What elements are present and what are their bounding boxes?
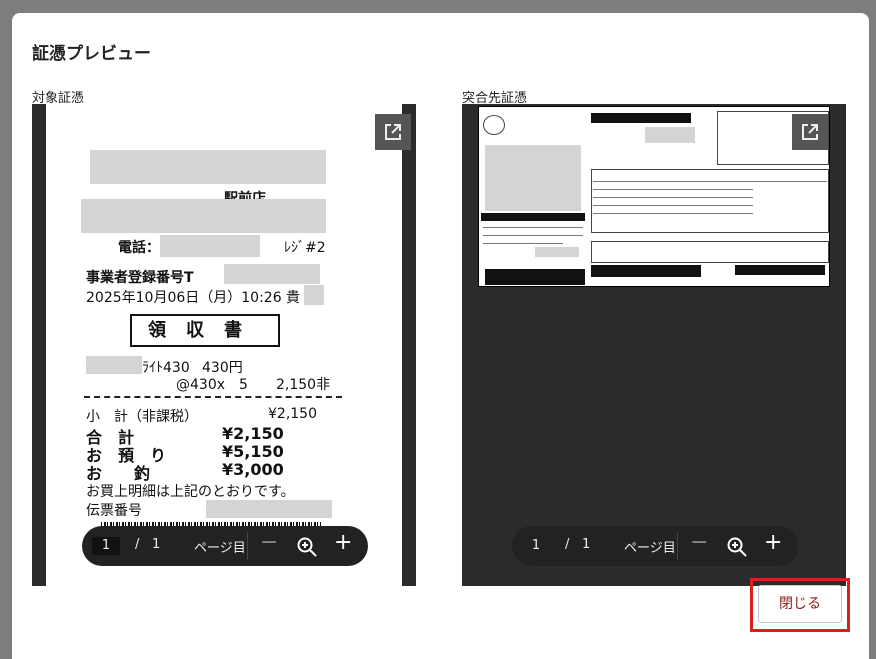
redacted-area: [90, 150, 326, 184]
slip-number-label: 伝票番号: [86, 503, 142, 519]
text-line: [483, 227, 583, 228]
divider: [677, 532, 678, 560]
register-number: ﾚｼﾞ#2: [284, 240, 326, 256]
section-header-bar: [591, 113, 691, 123]
page-unit-label: ページ目: [194, 541, 246, 556]
zoom-in-button[interactable]: +: [764, 530, 782, 555]
receipt-datetime: 2025年10月06日（月）10:26 貴: [86, 290, 301, 306]
deposit-value: ¥5,150: [222, 442, 284, 461]
receipt-title: 領収書: [130, 314, 280, 347]
text-line: [593, 205, 753, 206]
text-line: [593, 197, 753, 198]
subtotal-label: 小 計（非課税）: [86, 409, 198, 425]
change-value: ¥3,000: [222, 460, 284, 479]
item-quantity: @430x 5: [176, 377, 248, 393]
redacted-area: [86, 356, 142, 374]
redacted-area: [535, 247, 579, 257]
open-external-button[interactable]: [375, 114, 411, 150]
redacted-area: [224, 264, 320, 284]
divider: [84, 396, 342, 398]
voucher-preview-dialog: 証憑プレビュー 対象証憑 突合先証憑 駅前店 電話： ﾚｼﾞ#2 事業者登録番号…: [12, 13, 869, 659]
text-line: [483, 243, 563, 244]
item-total: 2,150非: [276, 377, 331, 393]
zoom-in-button[interactable]: +: [334, 530, 352, 555]
close-button[interactable]: 閉じる: [758, 585, 842, 623]
points-box: [591, 241, 829, 263]
redacted-area: [81, 199, 326, 233]
invoice-image: [478, 106, 830, 287]
total-pages: 1: [582, 537, 591, 552]
matched-voucher-viewer[interactable]: 1 / 1 ページ目 − +: [462, 104, 846, 586]
zoom-in-icon[interactable]: [726, 536, 748, 558]
target-voucher-viewer[interactable]: 駅前店 電話： ﾚｼﾞ#2 事業者登録番号T 2025年10月06日（月）10:…: [32, 104, 416, 586]
section-header-bar: [735, 265, 825, 275]
page-controls: 1 / 1 ページ目 − +: [512, 526, 798, 566]
open-in-new-icon: [385, 124, 401, 140]
receipt-image: 駅前店 電話： ﾚｼﾞ#2 事業者登録番号T 2025年10月06日（月）10:…: [46, 104, 402, 586]
zoom-out-button[interactable]: −: [260, 530, 278, 555]
redacted-area: [304, 285, 324, 305]
divider: [247, 532, 248, 560]
dialog-footer: [12, 586, 869, 659]
dialog-title: 証憑プレビュー: [32, 44, 151, 64]
zoom-in-icon[interactable]: [296, 536, 318, 558]
text-line: [593, 181, 827, 182]
section-header-bar: [481, 213, 585, 221]
receipt-note: お買上明細は上記のとおりです。: [86, 484, 295, 500]
logo-mark: [483, 115, 505, 135]
open-in-new-icon: [802, 124, 818, 140]
page-unit-label: ページ目: [624, 541, 676, 556]
page-controls: 1 / 1 ページ目 − +: [82, 526, 368, 566]
current-page-input[interactable]: 1: [92, 537, 120, 555]
redacted-area: [160, 235, 260, 257]
total-pages: 1: [152, 537, 161, 552]
open-external-button[interactable]: [792, 114, 828, 150]
redacted-area: [206, 500, 332, 518]
total-value: ¥2,150: [222, 424, 284, 443]
page-separator: /: [565, 537, 570, 552]
text-line: [593, 213, 753, 214]
text-line: [593, 189, 753, 190]
zoom-out-button[interactable]: −: [690, 530, 708, 555]
redacted-area: [645, 127, 695, 143]
statement-table: [591, 169, 829, 233]
page-separator: /: [135, 537, 140, 552]
current-page-input[interactable]: 1: [522, 537, 550, 555]
text-line: [483, 235, 583, 236]
section-header-bar: [591, 265, 701, 277]
redacted-area: [485, 145, 581, 211]
footer-bar: [485, 269, 585, 285]
registration-number-label: 事業者登録番号T: [86, 270, 194, 286]
phone-label: 電話：: [118, 240, 160, 256]
subtotal-value: ¥2,150: [268, 406, 317, 422]
